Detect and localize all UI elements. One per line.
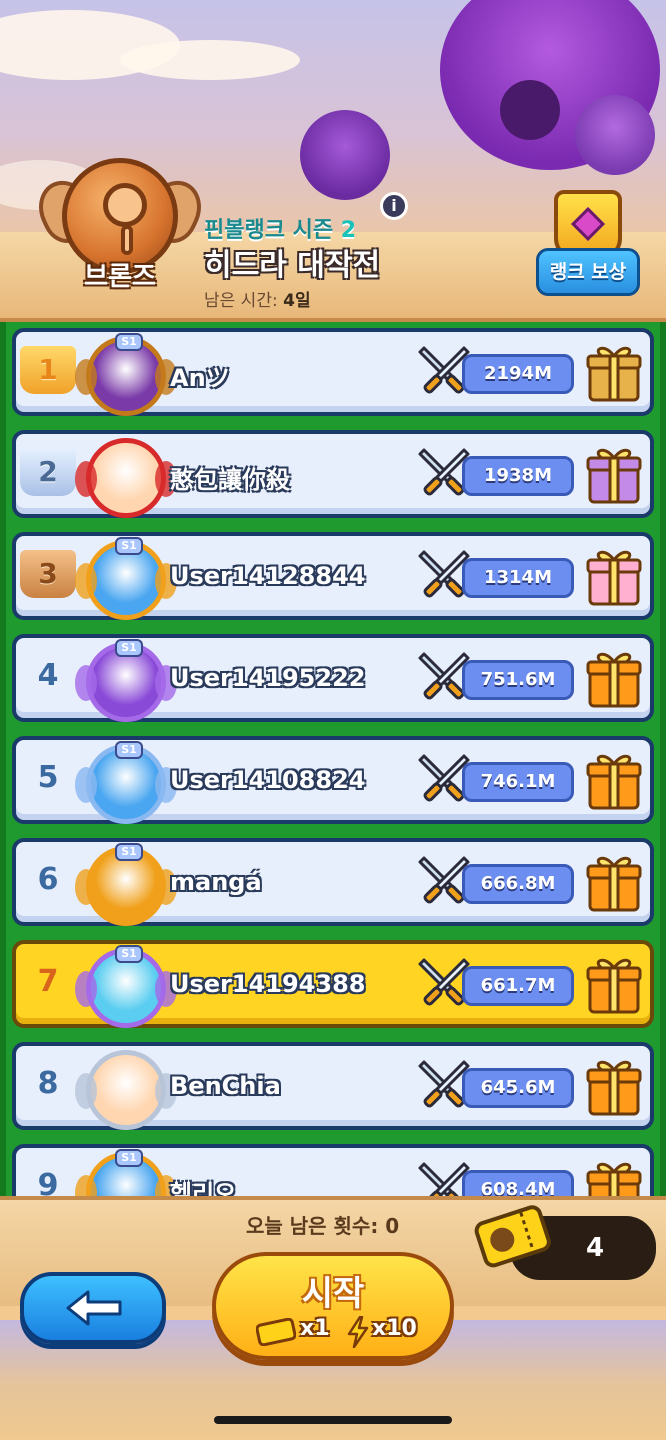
player-name: mangá [170,868,262,896]
season-tag: S1 [115,843,143,861]
start-button[interactable]: 시작 x1 x10 [212,1252,454,1360]
leaderboard-row[interactable]: 3 S1 User14128844 1314M [12,532,654,620]
player-avatar[interactable]: S1 [75,843,177,926]
rank-reward-button[interactable]: 랭크 보상 [536,190,640,306]
score-value: 746.1M [462,762,574,802]
hydra-head-image [500,80,560,140]
energy-icon [347,1316,369,1348]
attempts-remaining: 오늘 남은 횟수: 0 [246,1210,399,1239]
back-arrow-icon [66,1290,122,1326]
player-avatar[interactable]: S1 [75,639,177,722]
player-name: 憨包讓你殺 [170,466,290,494]
player-avatar[interactable]: S1 [75,945,177,1028]
start-label: 시작 [301,1274,365,1314]
cloud-decoration [120,40,300,80]
rank-number: 7 [37,964,59,999]
gift-reward-icon[interactable] [586,544,642,608]
season-tag: S1 [115,639,143,657]
player-name: BenChia [170,1072,281,1100]
start-cost: x1 x10 [256,1316,426,1348]
season-tag: S1 [115,741,143,759]
avatar-wing-left [75,665,97,701]
home-indicator[interactable] [214,1416,452,1424]
gift-reward-icon[interactable] [586,1054,642,1118]
energy-cost: x10 [372,1316,417,1341]
gem-icon [571,207,605,241]
player-avatar[interactable]: S1 [75,333,177,416]
hydra-head-image [300,110,390,200]
rank-number: 6 [37,862,59,897]
ticket-cost: x1 [300,1316,330,1341]
attempts-value: 0 [385,1214,400,1238]
time-left-label: 남은 시간: [204,291,278,311]
magnifier-icon [103,183,147,227]
time-left-value: 4일 [283,291,311,311]
score-value: 751.6M [462,660,574,700]
gift-reward-icon[interactable] [586,952,642,1016]
leaderboard-row[interactable]: 8 BenChia 645.6M [12,1042,654,1130]
player-name: User14195222 [170,664,366,692]
info-icon[interactable]: i [380,192,408,220]
score-value: 661.7M [462,966,574,1006]
score-value: 645.6M [462,1068,574,1108]
magnifier-handle [121,225,133,255]
avatar-wing-left [75,461,97,497]
player-avatar[interactable]: S1 [75,537,177,620]
rank-number: 8 [37,1066,59,1101]
leaderboard-row[interactable]: 4 S1 User14195222 751.6M [12,634,654,722]
rank-number: 4 [37,658,59,693]
gift-reward-icon[interactable] [586,646,642,710]
gift-reward-icon[interactable] [586,748,642,812]
back-button[interactable] [20,1272,166,1344]
season-tag: S1 [115,333,143,351]
avatar-wing-left [75,767,97,803]
score-value: 1314M [462,558,574,598]
avatar-wing-left [75,971,97,1007]
player-name: User14128844 [170,562,366,590]
hydra-head-image [575,95,655,175]
score-value: 2194M [462,354,574,394]
score-value: 666.8M [462,864,574,904]
avatar-wing-left [75,563,97,599]
gift-reward-icon[interactable] [586,442,642,506]
rank-crown-icon: 2 [20,448,76,496]
attempts-label: 오늘 남은 횟수: [246,1214,379,1238]
gift-reward-icon[interactable] [586,340,642,404]
rank-crown-icon: 3 [20,550,76,598]
leaderboard-row[interactable]: 2 憨包讓你殺 1938M [12,430,654,518]
player-name: User14194388 [170,970,366,998]
ticket-cost-icon [256,1318,296,1346]
event-title: 히드라 대작전 [204,248,381,283]
player-name: Anツ [170,364,230,392]
rank-reward-label: 랭크 보상 [536,248,640,296]
player-avatar[interactable]: S1 [75,741,177,824]
leaderboard-row[interactable]: 6 S1 mangá 666.8M [12,838,654,926]
tier-name: 브론즈 [84,262,156,292]
player-avatar[interactable] [75,1050,177,1130]
avatar-wing-left [75,869,97,905]
player-name: User14108824 [170,766,366,794]
season-tag: S1 [115,1149,143,1167]
time-left: 남은 시간: 4일 [204,286,311,311]
player-avatar[interactable]: S1 [75,1149,177,1200]
rank-number: 5 [37,760,59,795]
leaderboard-row[interactable]: 1 S1 Anツ 2194M [12,328,654,416]
ticket-count: 4 [585,1233,605,1263]
rank-crown-icon: 1 [20,346,76,394]
gift-reward-icon[interactable] [586,1156,642,1200]
season-tag: S1 [115,537,143,555]
season-tag: S1 [115,945,143,963]
gift-reward-icon[interactable] [586,850,642,914]
avatar-wing-left [75,1073,97,1109]
player-avatar[interactable] [75,438,177,518]
leaderboard-row[interactable]: 9 S1 헬리오 608.4M [12,1144,654,1200]
avatar-wing-left [75,359,97,395]
leaderboard-row-current-player[interactable]: 7 S1 User14194388 661.7M [12,940,654,1028]
tier-badge[interactable]: 브론즈 [29,152,211,302]
leaderboard-row[interactable]: 5 S1 User14108824 746.1M [12,736,654,824]
score-value: 1938M [462,456,574,496]
leaderboard-list[interactable]: 1 S1 Anツ 2194M 2 憨包讓你殺 1938M 3 S1 User14… [0,322,666,1200]
ticket-icon [474,1205,551,1268]
